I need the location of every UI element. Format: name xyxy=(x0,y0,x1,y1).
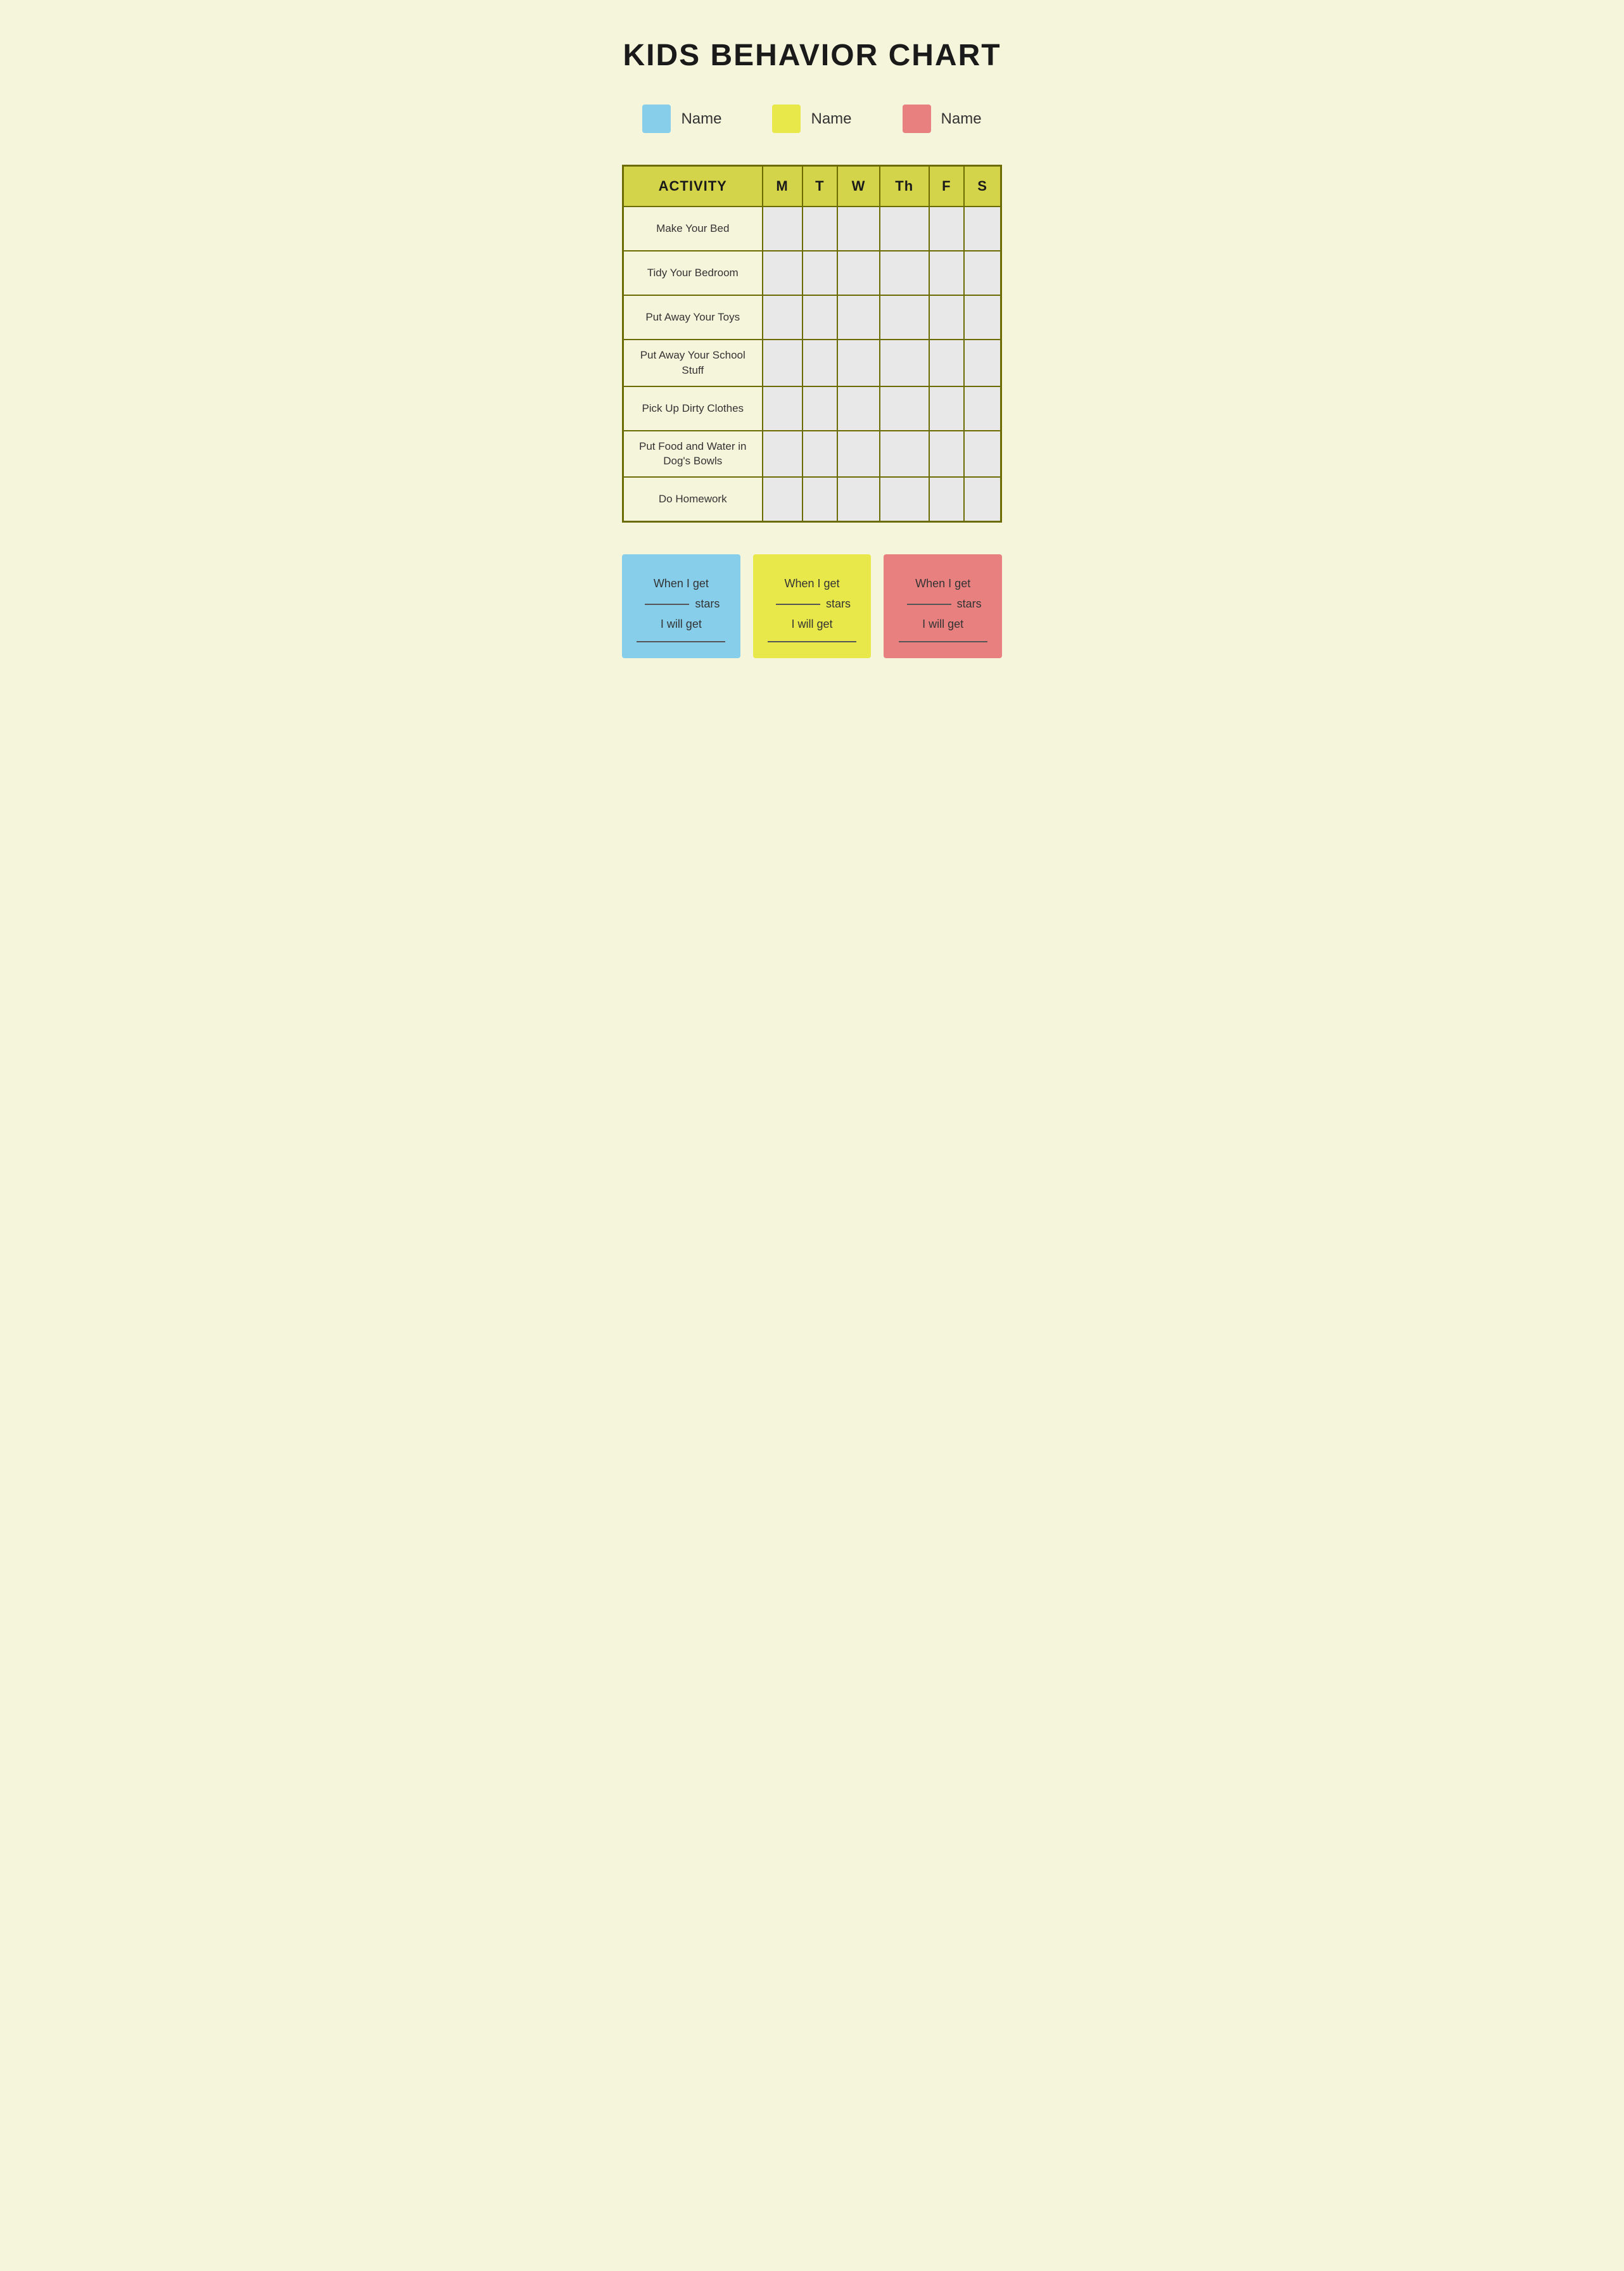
data-cell-0-5 xyxy=(964,207,1001,251)
data-cell-5-5 xyxy=(964,431,1001,478)
data-cell-4-1 xyxy=(802,386,838,431)
reward-line3-pink: I will get xyxy=(922,618,963,630)
data-cell-4-2 xyxy=(837,386,880,431)
data-cell-1-5 xyxy=(964,251,1001,295)
legend: Name Name Name xyxy=(622,105,1002,133)
data-cell-3-1 xyxy=(802,340,838,386)
data-cell-0-4 xyxy=(929,207,965,251)
data-cell-2-4 xyxy=(929,295,965,340)
data-cell-4-4 xyxy=(929,386,965,431)
data-cell-2-0 xyxy=(763,295,802,340)
activity-cell-4: Pick Up Dirty Clothes xyxy=(623,386,763,431)
data-cell-3-2 xyxy=(837,340,880,386)
reward-stars-line-yellow xyxy=(776,604,820,605)
header-day-w: W xyxy=(837,166,880,207)
activity-cell-5: Put Food and Water in Dog's Bowls xyxy=(623,431,763,478)
page: KIDS BEHAVIOR CHART Name Name Name ACTIV… xyxy=(584,0,1040,690)
data-cell-2-5 xyxy=(964,295,1001,340)
data-cell-2-2 xyxy=(837,295,880,340)
legend-item-blue: Name xyxy=(642,105,721,133)
behavior-table: ACTIVITY M T W Th F S Make Your BedTidy … xyxy=(622,165,1002,523)
reward-underline-pink xyxy=(899,641,987,642)
data-cell-0-3 xyxy=(880,207,929,251)
reward-line1-blue: When I get xyxy=(654,577,709,590)
reward-underline-yellow xyxy=(768,641,856,642)
activity-cell-0: Make Your Bed xyxy=(623,207,763,251)
legend-color-yellow xyxy=(772,105,801,133)
reward-line1-yellow: When I get xyxy=(784,577,839,590)
data-cell-1-2 xyxy=(837,251,880,295)
reward-line2-yellow: stars xyxy=(826,597,851,610)
data-cell-4-3 xyxy=(880,386,929,431)
page-title: KIDS BEHAVIOR CHART xyxy=(623,38,1001,73)
data-cell-6-4 xyxy=(929,477,965,521)
data-cell-5-0 xyxy=(763,431,802,478)
data-cell-2-1 xyxy=(802,295,838,340)
legend-label-pink: Name xyxy=(941,110,982,128)
header-day-s: S xyxy=(964,166,1001,207)
data-cell-1-4 xyxy=(929,251,965,295)
table-row: Put Away Your Toys xyxy=(623,295,1001,340)
header-day-f: F xyxy=(929,166,965,207)
data-cell-4-0 xyxy=(763,386,802,431)
data-cell-6-5 xyxy=(964,477,1001,521)
data-cell-3-0 xyxy=(763,340,802,386)
activity-cell-6: Do Homework xyxy=(623,477,763,521)
table-row: Do Homework xyxy=(623,477,1001,521)
legend-item-yellow: Name xyxy=(772,105,851,133)
legend-label-yellow: Name xyxy=(811,110,851,128)
data-cell-0-2 xyxy=(837,207,880,251)
table-row: Put Food and Water in Dog's Bowls xyxy=(623,431,1001,478)
header-day-th: Th xyxy=(880,166,929,207)
data-cell-3-4 xyxy=(929,340,965,386)
table-row: Make Your Bed xyxy=(623,207,1001,251)
data-cell-6-3 xyxy=(880,477,929,521)
table-row: Put Away Your School Stuff xyxy=(623,340,1001,386)
data-cell-6-0 xyxy=(763,477,802,521)
data-cell-0-1 xyxy=(802,207,838,251)
table-row: Tidy Your Bedroom xyxy=(623,251,1001,295)
data-cell-3-5 xyxy=(964,340,1001,386)
rewards-section: When I get stars I will get When I get s… xyxy=(622,554,1002,658)
data-cell-6-2 xyxy=(837,477,880,521)
data-cell-1-0 xyxy=(763,251,802,295)
legend-label-blue: Name xyxy=(681,110,721,128)
header-activity: ACTIVITY xyxy=(623,166,763,207)
reward-underline-blue xyxy=(637,641,725,642)
reward-box-pink: When I get stars I will get xyxy=(884,554,1002,658)
activity-cell-3: Put Away Your School Stuff xyxy=(623,340,763,386)
reward-box-yellow: When I get stars I will get xyxy=(753,554,872,658)
behavior-table-container: ACTIVITY M T W Th F S Make Your BedTidy … xyxy=(622,165,1002,523)
data-cell-4-5 xyxy=(964,386,1001,431)
data-cell-1-3 xyxy=(880,251,929,295)
data-cell-3-3 xyxy=(880,340,929,386)
activity-cell-1: Tidy Your Bedroom xyxy=(623,251,763,295)
data-cell-5-1 xyxy=(802,431,838,478)
legend-item-pink: Name xyxy=(903,105,982,133)
reward-box-blue: When I get stars I will get xyxy=(622,554,740,658)
data-cell-2-3 xyxy=(880,295,929,340)
data-cell-5-2 xyxy=(837,431,880,478)
header-day-t: T xyxy=(802,166,838,207)
reward-line3-blue: I will get xyxy=(661,618,702,630)
reward-line3-yellow: I will get xyxy=(791,618,832,630)
data-cell-6-1 xyxy=(802,477,838,521)
reward-stars-line-blue xyxy=(645,604,689,605)
reward-line2-pink: stars xyxy=(957,597,982,610)
table-row: Pick Up Dirty Clothes xyxy=(623,386,1001,431)
data-cell-5-3 xyxy=(880,431,929,478)
reward-line1-pink: When I get xyxy=(915,577,970,590)
data-cell-5-4 xyxy=(929,431,965,478)
activity-cell-2: Put Away Your Toys xyxy=(623,295,763,340)
header-day-m: M xyxy=(763,166,802,207)
reward-line2-blue: stars xyxy=(695,597,720,610)
legend-color-blue xyxy=(642,105,671,133)
table-header-row: ACTIVITY M T W Th F S xyxy=(623,166,1001,207)
reward-stars-line-pink xyxy=(907,604,951,605)
legend-color-pink xyxy=(903,105,931,133)
data-cell-1-1 xyxy=(802,251,838,295)
data-cell-0-0 xyxy=(763,207,802,251)
